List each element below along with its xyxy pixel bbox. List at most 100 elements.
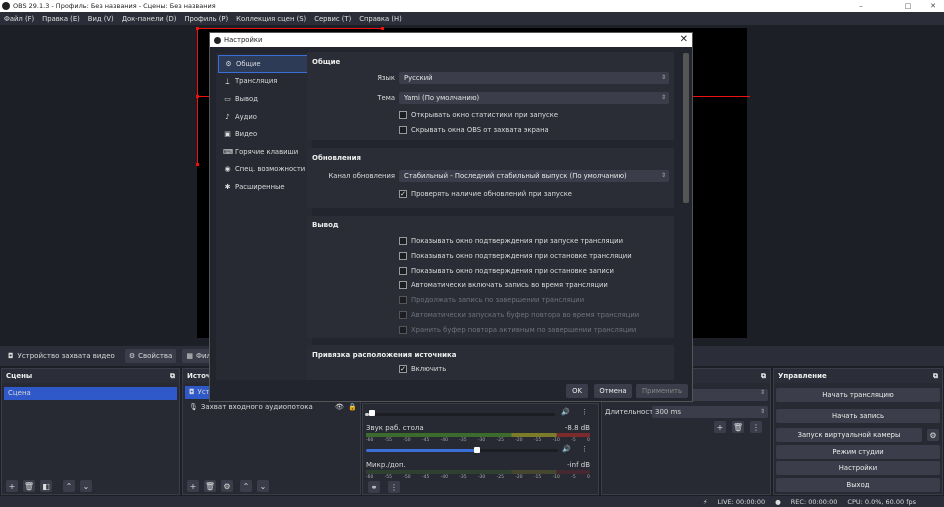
menu-dots-icon[interactable]: ⋮ bbox=[388, 481, 400, 493]
chevron-down-icon[interactable]: ⌄ bbox=[257, 480, 269, 492]
minimize-button[interactable]: – bbox=[850, 0, 872, 12]
gear-icon[interactable]: ⚙ bbox=[221, 480, 233, 492]
start-streaming-button[interactable]: Начать трансляцию bbox=[776, 388, 940, 402]
start-virtual-camera-button[interactable]: Запуск виртуальной камеры bbox=[776, 428, 922, 442]
scene-item[interactable]: Сцена bbox=[4, 387, 177, 400]
checkbox-label: Автоматически включать запись во время т… bbox=[411, 281, 608, 289]
menu-scene-collection[interactable]: Коллекция сцен (S) bbox=[236, 15, 306, 23]
sidebar-item-accessibility[interactable]: ◉ Спец. возможности bbox=[218, 161, 310, 179]
rec-status: REC: 00:00:00 bbox=[790, 497, 838, 506]
speaker-icon[interactable]: 🔊 bbox=[562, 445, 571, 453]
theme-select[interactable]: Yami (По умолчанию) ⇕ bbox=[399, 92, 669, 104]
meter-tick-label: -55 bbox=[384, 438, 393, 443]
add-icon[interactable]: + bbox=[6, 480, 18, 492]
studio-mode-button[interactable]: Режим студии bbox=[776, 445, 940, 459]
undock-icon[interactable]: ⧉ bbox=[170, 372, 175, 381]
level-meter bbox=[366, 470, 590, 474]
sidebar-item-audio[interactable]: ♪ Аудио bbox=[218, 108, 310, 126]
source-item-label: Уст bbox=[197, 388, 210, 396]
close-icon[interactable]: ✕ bbox=[680, 34, 688, 45]
status-bar: ⚡ LIVE: 00:00:00 ● REC: 00:00:00 CPU: 0.… bbox=[0, 496, 944, 507]
language-value: Русский bbox=[404, 74, 433, 82]
menu-profile[interactable]: Профиль (P) bbox=[184, 15, 228, 23]
sidebar-item-output[interactable]: ▭ Вывод bbox=[218, 90, 310, 108]
menu-help[interactable]: Справка (H) bbox=[359, 15, 402, 23]
volume-slider-track[interactable] bbox=[366, 449, 558, 452]
meter-tick-label: -25 bbox=[496, 438, 504, 443]
menu-edit[interactable]: Правка (E) bbox=[42, 15, 80, 23]
properties-button[interactable]: ⚙ Свойства bbox=[124, 349, 177, 363]
volume-slider-knob[interactable] bbox=[474, 447, 481, 453]
eye-icon[interactable]: 👁 bbox=[335, 401, 344, 413]
ok-button[interactable]: OK bbox=[566, 384, 588, 398]
add-icon[interactable]: + bbox=[187, 480, 199, 492]
trash-icon[interactable]: 🗑 bbox=[204, 480, 216, 492]
sidebar-item-advanced[interactable]: ✱ Расширенные bbox=[218, 178, 310, 196]
settings-button[interactable]: Настройки bbox=[776, 461, 940, 475]
sidebar-item-label: Спец. возможности bbox=[235, 165, 306, 174]
group-title: Обновления bbox=[312, 154, 362, 162]
menu-docks[interactable]: Док-панели (D) bbox=[122, 15, 177, 23]
resize-handle[interactable] bbox=[196, 95, 199, 98]
sidebar-item-general[interactable]: ⚙ Общие bbox=[218, 55, 310, 73]
check-updates-checkbox[interactable]: ✓ Проверять наличие обновлений при запуск… bbox=[399, 190, 572, 198]
language-select[interactable]: Русский ⇕ bbox=[399, 72, 669, 84]
gear-icon: ⚙ bbox=[128, 352, 136, 360]
lock-icon[interactable]: 🔒 bbox=[348, 401, 357, 413]
menu-view[interactable]: Вид (V) bbox=[88, 15, 114, 23]
gear-icon[interactable]: ⚙ bbox=[927, 429, 939, 441]
source-item[interactable]: 🎙 Захват входного аудиопотока 👁 🔒 bbox=[185, 401, 358, 413]
apply-button[interactable]: Применить bbox=[636, 384, 688, 398]
confirm-start-stream-checkbox[interactable]: Показывать окно подтверждения при запуск… bbox=[399, 237, 623, 245]
volume-slider-knob[interactable] bbox=[368, 410, 375, 416]
duration-label: Длительность bbox=[605, 408, 658, 416]
meter-tick-label: -50 bbox=[403, 475, 411, 480]
update-channel-select[interactable]: Стабильный - Последний стабильный выпуск… bbox=[399, 170, 669, 182]
auto-record-checkbox[interactable]: Автоматически включать запись во время т… bbox=[399, 281, 608, 289]
meter-tick-label: 0 bbox=[587, 438, 590, 443]
menu-tools[interactable]: Сервис (T) bbox=[314, 15, 351, 23]
stats-on-startup-checkbox[interactable]: Открывать окно статистики при запуске bbox=[399, 111, 558, 119]
checkbox-box bbox=[399, 267, 407, 275]
cpu-status: CPU: 0.0%, 60.00 fps bbox=[847, 497, 916, 506]
gear-icon: ⚙ bbox=[225, 59, 232, 68]
menu-dots-icon[interactable]: ⋮ bbox=[581, 408, 588, 416]
duration-input[interactable]: 300 ms ⇕ bbox=[652, 406, 768, 418]
cancel-button[interactable]: Отмена bbox=[594, 384, 632, 398]
enable-snapping-checkbox[interactable]: ✓ Включить bbox=[399, 365, 446, 373]
trash-icon[interactable]: 🗑 bbox=[23, 480, 35, 492]
volume-slider-track[interactable] bbox=[365, 413, 555, 416]
menu-file[interactable]: Файл (F) bbox=[4, 15, 34, 23]
sidebar-item-video[interactable]: ▣ Видео bbox=[218, 125, 310, 143]
chevron-down-icon[interactable]: ⌄ bbox=[80, 480, 92, 492]
undock-icon[interactable]: ⧉ bbox=[761, 372, 766, 381]
resize-handle[interactable] bbox=[196, 163, 199, 166]
filter-icon[interactable]: ◧ bbox=[40, 480, 52, 492]
meter-tick-label: -30 bbox=[477, 475, 486, 480]
sidebar-item-hotkeys[interactable]: ⌨ Горячие клавиши bbox=[218, 143, 310, 161]
checkbox-label: Автоматически запускать буфер повтора во… bbox=[411, 311, 640, 319]
settings-scrollbar[interactable] bbox=[683, 53, 689, 203]
maximize-button[interactable]: □ bbox=[897, 0, 919, 12]
chevron-up-icon[interactable]: ⌃ bbox=[63, 480, 75, 492]
undock-icon[interactable]: ⧉ bbox=[933, 372, 938, 381]
menu-dots-icon[interactable]: ⋮ bbox=[750, 421, 762, 433]
chevron-up-icon[interactable]: ⌃ bbox=[240, 480, 252, 492]
hide-from-capture-checkbox[interactable]: Скрывать окна OBS от захвата экрана bbox=[399, 126, 549, 134]
close-window-button[interactable]: ✕ bbox=[922, 0, 944, 12]
menu-dots-icon[interactable]: ⋮ bbox=[581, 445, 588, 453]
scene-item-label: Сцена bbox=[8, 389, 31, 397]
sidebar-item-stream[interactable]: ⍊ Трансляция bbox=[218, 73, 310, 91]
start-recording-button[interactable]: Начать запись bbox=[776, 409, 940, 423]
checkbox-box bbox=[399, 252, 407, 260]
resize-handle[interactable] bbox=[381, 27, 384, 30]
add-icon[interactable]: + bbox=[714, 421, 726, 433]
confirm-stop-stream-checkbox[interactable]: Показывать окно подтверждения при остано… bbox=[399, 252, 632, 260]
confirm-stop-record-checkbox[interactable]: Показывать окно подтверждения при остано… bbox=[399, 267, 614, 275]
speaker-icon[interactable]: 🔊 bbox=[561, 408, 570, 416]
link-icon[interactable]: ⚭ bbox=[368, 481, 380, 493]
meter-tick-label: -40 bbox=[440, 475, 448, 480]
exit-button[interactable]: Выход bbox=[776, 478, 940, 492]
resize-handle[interactable] bbox=[196, 27, 199, 30]
trash-icon[interactable]: 🗑 bbox=[732, 421, 744, 433]
